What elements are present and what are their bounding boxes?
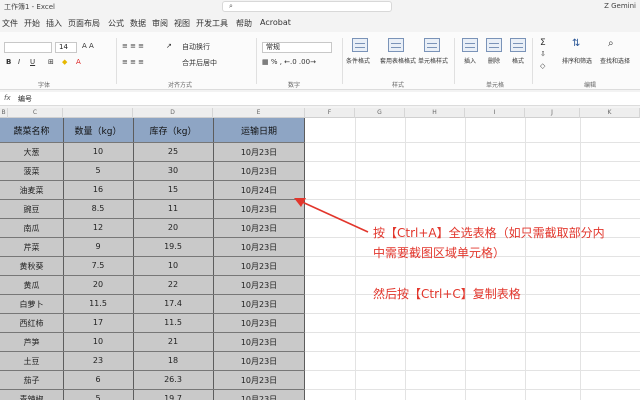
annotation-line-2: 中需要截图区域单元格） [373, 246, 506, 260]
annotation-line-3: 然后按【Ctrl+C】复制表格 [373, 287, 521, 301]
annotation-line-1: 按【Ctrl+A】全选表格（如只需截取部分内 [373, 226, 605, 240]
annotation-arrow [294, 198, 369, 233]
